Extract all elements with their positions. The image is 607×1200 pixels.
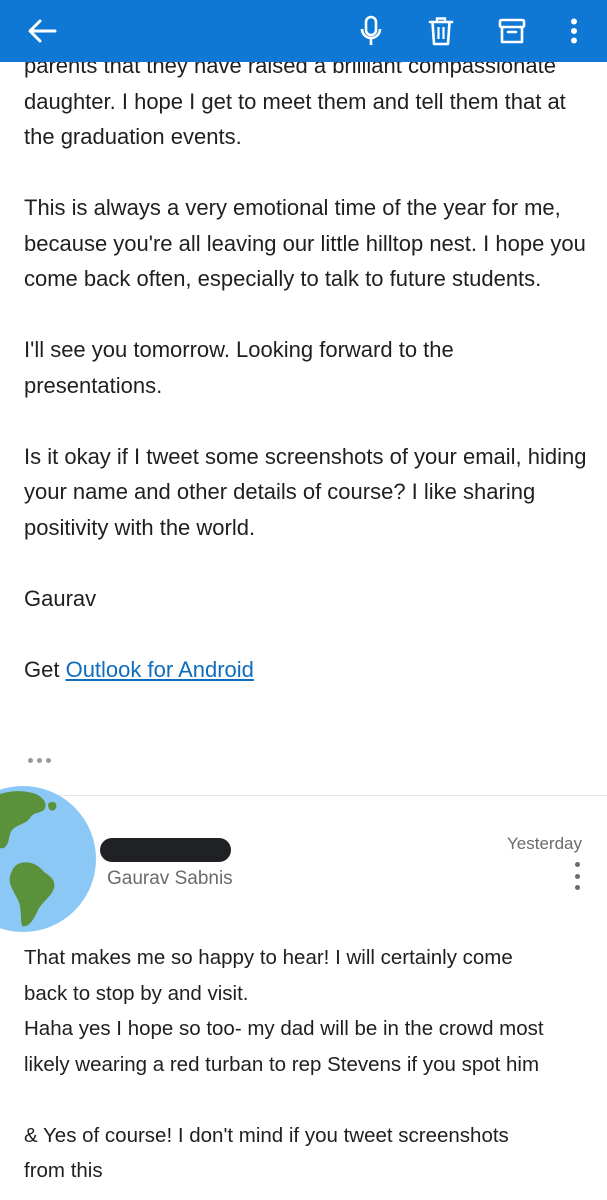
conversation-thread[interactable]: parents that they have raised a brillian… — [0, 62, 607, 1200]
message-paragraph: Is it okay if I tweet some screenshots o… — [24, 443, 587, 540]
message-toolbar — [0, 0, 607, 62]
more-options-button[interactable] — [562, 0, 586, 62]
reply-message-body: That makes me so happy to hear! I will c… — [24, 940, 594, 1189]
show-quoted-text-button[interactable] — [28, 752, 56, 768]
ellipsis-dot — [46, 757, 51, 763]
archive-button[interactable] — [495, 0, 529, 62]
more-dot — [574, 862, 580, 867]
ellipsis-dot — [28, 757, 33, 763]
signature-name: Gaurav — [24, 585, 97, 611]
message-paragraph: This is always a very emotional time of … — [24, 195, 586, 291]
message-line: likely wearing a red turban to rep Steve… — [24, 1052, 540, 1076]
message-line: That makes me so happy to hear! I will c… — [24, 946, 513, 969]
more-dot — [574, 885, 580, 890]
message-line: back to stop by and visit. — [24, 981, 249, 1005]
message-paragraph: parents that they have raised a brillian… — [24, 62, 566, 149]
signature-line: Get Outlook for Android — [24, 652, 589, 688]
back-button[interactable] — [20, 0, 64, 62]
message-line: Haha yes I hope so too- my dad will be i… — [24, 1017, 544, 1040]
redacted-sender-name — [100, 838, 231, 862]
archive-icon — [498, 18, 526, 44]
dictate-button[interactable] — [354, 0, 388, 62]
trash-icon — [428, 17, 454, 46]
sender-avatar[interactable] — [0, 784, 98, 932]
globe-americas-icon — [0, 786, 96, 932]
message-line: & Yes of course! I don't mind if you twe… — [24, 1123, 509, 1147]
message-line: from this — [24, 1159, 103, 1182]
outlook-for-android-link[interactable]: Outlook for Android — [66, 657, 254, 682]
message-paragraph: I'll see you tomorrow. Looking forward t… — [24, 337, 454, 398]
message-date: Yesterday — [507, 834, 582, 853]
more-vertical-icon — [571, 18, 577, 44]
signature-prefix: Get — [24, 656, 66, 682]
recipient-name[interactable]: Gaurav Sabnis — [107, 868, 233, 890]
message-body: parents that they have raised a brillian… — [24, 62, 589, 723]
delete-button[interactable] — [424, 0, 458, 62]
ellipsis-dot — [37, 757, 42, 763]
more-dot — [574, 873, 580, 879]
microphone-icon — [360, 15, 382, 45]
message-more-button[interactable] — [570, 862, 584, 890]
back-arrow-icon — [28, 19, 57, 43]
